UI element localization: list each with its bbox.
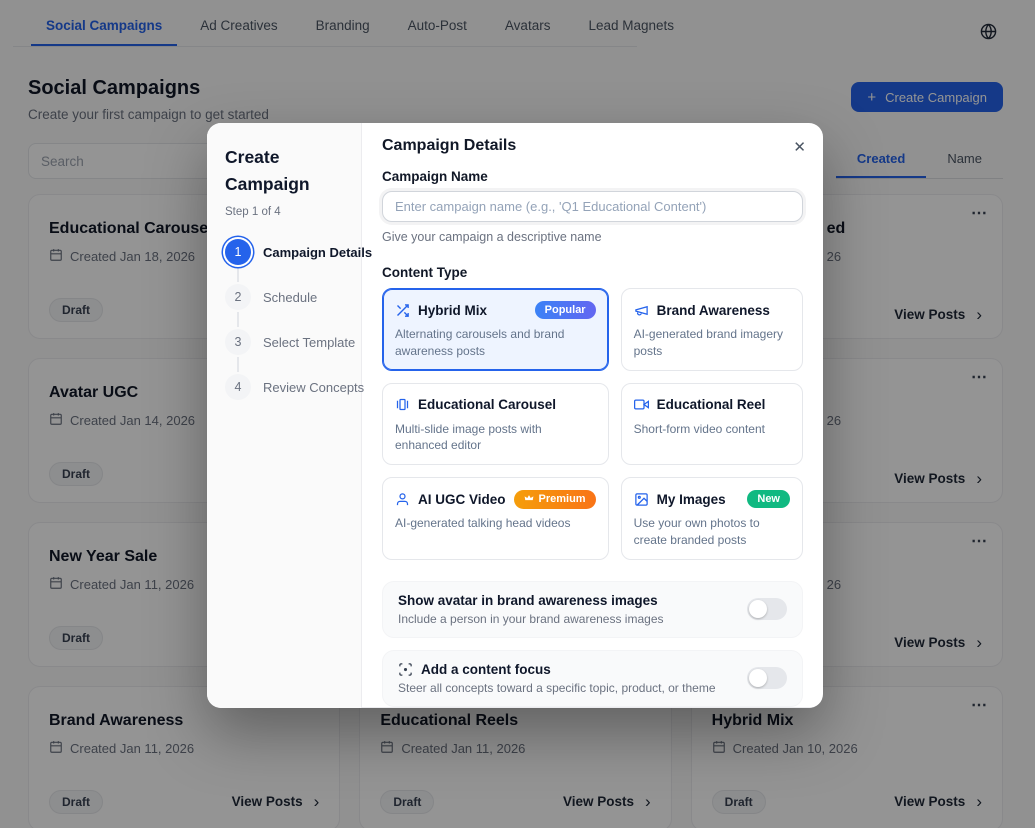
campaign-name-label: Campaign Name [382,169,803,184]
crown-icon [524,493,534,506]
video-camera-icon [634,397,649,412]
content-type-educational-reel[interactable]: Educational Reel Short-form video conten… [621,383,803,466]
shuffle-icon [395,303,410,318]
content-type-grid: Hybrid Mix Popular Alternating carousels… [382,288,803,560]
modal-title: Campaign Details [382,137,803,155]
campaign-name-helper: Give your campaign a descriptive name [382,230,803,244]
step-number: 1 [225,239,251,265]
user-icon [395,492,410,507]
modal-footer: Cancel Continue → [362,707,823,708]
image-icon [634,492,649,507]
content-focus-toggle[interactable] [747,667,787,689]
toggle-row-content-focus: Add a content focus Steer all concepts t… [382,650,803,707]
content-type-ai-ugc-video[interactable]: AI UGC Video Premium AI-generated talkin… [382,477,609,560]
new-badge: New [747,490,790,508]
content-type-brand-awareness[interactable]: Brand Awareness AI-generated brand image… [621,288,803,371]
step-number: 2 [225,284,251,310]
modal-main: Campaign Details ✕ Campaign Name Give yo… [362,123,823,708]
step-number: 4 [225,374,251,400]
step-connector [237,267,239,282]
content-type-label: Content Type [382,265,803,280]
step-campaign-details[interactable]: 1 Campaign Details [225,239,343,265]
show-avatar-toggle[interactable] [747,598,787,620]
wizard-steps: 1 Campaign Details 2 Schedule 3 Select T… [225,239,343,400]
step-review-concepts[interactable]: 4 Review Concepts [225,374,343,400]
premium-badge: Premium [514,490,596,509]
content-type-educational-carousel[interactable]: Educational Carousel Multi-slide image p… [382,383,609,466]
step-counter: Step 1 of 4 [225,206,343,218]
step-connector [237,357,239,372]
step-schedule[interactable]: 2 Schedule [225,284,343,310]
megaphone-icon [634,303,649,318]
close-icon[interactable]: ✕ [789,134,810,160]
content-type-hybrid-mix[interactable]: Hybrid Mix Popular Alternating carousels… [382,288,609,371]
step-number: 3 [225,329,251,355]
carousel-icon [395,397,410,412]
wizard-sidebar: Create Campaign Step 1 of 4 1 Campaign D… [207,123,362,708]
popular-badge: Popular [535,301,596,319]
toggle-row-show-avatar: Show avatar in brand awareness images In… [382,581,803,638]
app-window: Social Campaigns Ad Creatives Branding A… [0,0,1035,828]
content-type-my-images[interactable]: My Images New Use your own photos to cre… [621,477,803,560]
campaign-name-input[interactable] [382,191,803,222]
wizard-title: Create Campaign [225,144,343,198]
create-campaign-modal: Create Campaign Step 1 of 4 1 Campaign D… [207,123,823,708]
focus-icon [398,662,413,677]
step-connector [237,312,239,327]
step-select-template[interactable]: 3 Select Template [225,329,343,355]
